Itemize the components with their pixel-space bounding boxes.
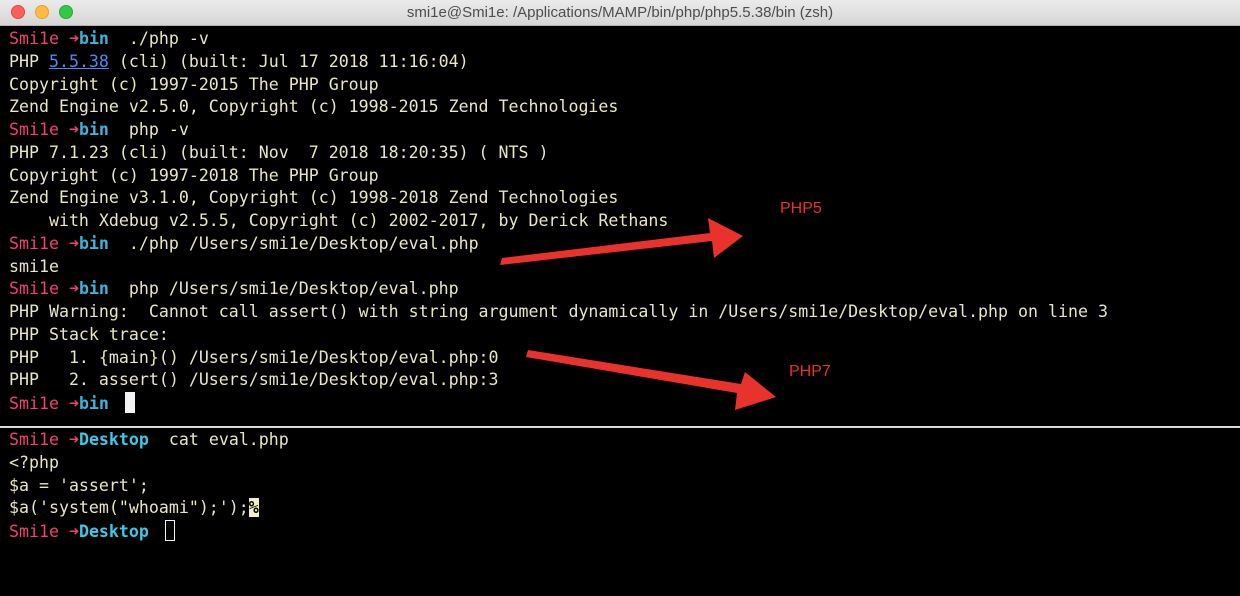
prompt-line: Smi1e ➜bin php -v xyxy=(0,119,1240,142)
prompt-arrow-icon: ➜ xyxy=(68,522,79,541)
text-cursor xyxy=(124,392,135,413)
output-line: PHP Stack trace: xyxy=(9,324,169,344)
prompt-dir: bin xyxy=(78,29,109,48)
command-text: cat eval.php xyxy=(158,430,289,449)
prompt-dir: Desktop xyxy=(78,522,149,541)
output-line: PHP 5.5.38 (cli) (built: Jul 17 2018 11:… xyxy=(0,51,1240,74)
prompt-user: Smi1e xyxy=(9,29,59,48)
prompt-dir: bin xyxy=(78,120,109,139)
prompt-line: Smi1e ➜bin ./php -v xyxy=(0,28,1240,51)
prompt-arrow-icon: ➜ xyxy=(68,430,79,449)
command-text: php -v xyxy=(118,120,189,139)
no-newline-marker: % xyxy=(248,498,259,518)
output-line: Zend Engine v2.5.0, Copyright (c) 1998-2… xyxy=(9,97,619,117)
prompt-line: Smi1e ➜Desktop cat eval.php xyxy=(0,429,1240,452)
output-line: PHP 2. assert() /Users/smi1e/Desktop/eva… xyxy=(9,370,499,390)
title-bar[interactable]: smi1e@Smi1e: /Applications/MAMP/bin/php/… xyxy=(0,0,1240,26)
prompt-user: Smi1e xyxy=(9,120,59,139)
prompt-line: Smi1e ➜Desktop xyxy=(0,520,1240,543)
command-text: php /Users/smi1e/Desktop/eval.php xyxy=(118,279,459,299)
code-text: $a('system("whoami");'); xyxy=(9,498,249,518)
prompt-dir: bin xyxy=(78,279,109,299)
prompt-arrow-icon: ➜ xyxy=(68,29,79,48)
terminal-pane-top[interactable]: Smi1e ➜bin ./php -v PHP 5.5.38 (cli) (bu… xyxy=(0,26,1240,424)
terminal-window: smi1e@Smi1e: /Applications/MAMP/bin/php/… xyxy=(0,0,1240,596)
output-line: with Xdebug v2.5.5, Copyright (c) 2002-2… xyxy=(9,211,669,230)
prompt-arrow-icon: ➜ xyxy=(68,279,79,299)
prompt-dir: Desktop xyxy=(78,430,149,449)
output-line: PHP 7.1.23 (cli) (built: Nov 7 2018 18:2… xyxy=(9,142,549,162)
prompt-dir: bin xyxy=(78,233,109,253)
warning-line: PHP Warning: Cannot call assert() with s… xyxy=(9,302,1108,321)
prompt-line: Smi1e ➜bin ./php /Users/smi1e/Desktop/ev… xyxy=(0,233,1240,256)
text-cursor xyxy=(164,520,175,541)
output-line: PHP 1. {main}() /Users/smi1e/Desktop/eva… xyxy=(9,347,499,367)
code-line: $a('system("whoami");');% xyxy=(0,497,1240,520)
output-line: Zend Engine v3.1.0, Copyright (c) 1998-2… xyxy=(9,188,619,208)
command-text: ./php -v xyxy=(118,29,209,48)
prompt-user: Smi1e xyxy=(9,233,59,253)
output-line: Copyright (c) 1997-2015 The PHP Group xyxy=(9,74,379,94)
prompt-user: Smi1e xyxy=(9,430,59,449)
version-link[interactable]: 5.5.38 xyxy=(49,52,109,71)
prompt-line: Smi1e ➜bin php /Users/smi1e/Desktop/eval… xyxy=(0,278,1240,301)
window-title: smi1e@Smi1e: /Applications/MAMP/bin/php/… xyxy=(406,4,834,21)
prompt-user: Smi1e xyxy=(9,522,59,541)
code-line: $a = 'assert'; xyxy=(9,475,149,495)
prompt-user: Smi1e xyxy=(9,394,59,413)
prompt-arrow-icon: ➜ xyxy=(68,120,79,139)
terminal-pane-bottom[interactable]: Smi1e ➜Desktop cat eval.php <?php $a = '… xyxy=(0,429,1240,596)
pane-divider[interactable] xyxy=(0,426,1240,428)
output-text: (cli) (built: Jul 17 2018 11:16:04) xyxy=(108,51,469,71)
php5-annotation-label: PHP5 xyxy=(780,200,822,217)
prompt-user: Smi1e xyxy=(9,279,59,299)
output-line: smi1e xyxy=(9,256,59,276)
prompt-line: Smi1e ➜bin xyxy=(0,392,1240,415)
prompt-arrow-icon: ➜ xyxy=(68,233,79,253)
output-text: PHP xyxy=(9,51,49,71)
command-text: ./php /Users/smi1e/Desktop/eval.php xyxy=(118,233,479,253)
prompt-dir: bin xyxy=(78,394,109,413)
code-line: <?php xyxy=(9,452,59,472)
output-line: Copyright (c) 1997-2018 The PHP Group xyxy=(9,165,379,185)
prompt-arrow-icon: ➜ xyxy=(68,394,79,413)
php7-annotation-label: PHP7 xyxy=(789,363,831,380)
